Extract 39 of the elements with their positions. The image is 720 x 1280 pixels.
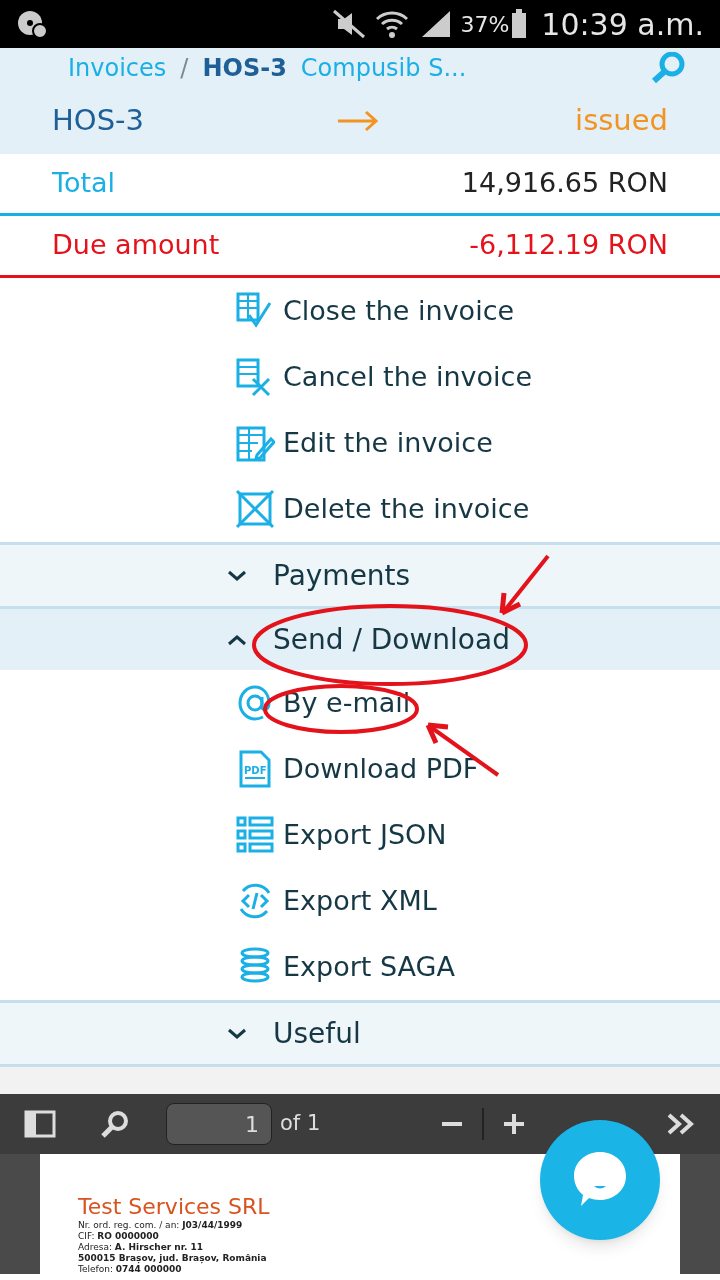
search-icon[interactable] <box>100 1109 130 1139</box>
annotation-arrow <box>499 554 550 616</box>
page-number-field[interactable]: 1 <box>166 1103 272 1145</box>
summary-value: 14,916.65 RON <box>461 166 668 201</box>
clock: 10:39 a.m. <box>541 5 704 44</box>
zoom-in-icon[interactable] <box>502 1112 526 1136</box>
breadcrumb-item: HOS-3 <box>202 53 287 84</box>
wifi-icon <box>374 9 411 39</box>
breadcrumb-separator: / <box>180 53 189 84</box>
summary-label: Total <box>52 166 116 201</box>
company-name: Test Services SRL <box>78 1194 271 1220</box>
status-label: issued <box>575 102 668 140</box>
summary-label: Due amount <box>52 228 220 263</box>
page-count: of 1 <box>280 1110 321 1138</box>
company-detail: Telefon: 0744 000000 <box>78 1264 183 1275</box>
sidebar-toggle-icon[interactable] <box>24 1110 56 1138</box>
menu-item[interactable]: Export XML <box>0 868 720 934</box>
menu-item[interactable]: Delete the invoice <box>0 476 720 542</box>
company-detail: CIF: RO 0000000 <box>78 1231 160 1242</box>
menu-item[interactable]: PDF Download PDF <box>0 736 720 802</box>
battery-percent: 37% <box>460 10 510 39</box>
menu-item[interactable]: Export JSON <box>0 802 720 868</box>
right-arrow-icon <box>338 109 380 133</box>
invoice-number: HOS-3 <box>52 102 145 140</box>
company-detail: 500015 Brașov, jud. Brașov, România <box>78 1253 268 1264</box>
menu-item[interactable]: Cancel the invoice <box>0 344 720 410</box>
section-header[interactable]: Payments <box>0 542 720 606</box>
company-detail: Adresa: A. Hirscher nr. 11 <box>78 1242 204 1253</box>
section-header[interactable]: Send / Download <box>0 606 720 670</box>
summary-value: -6,112.19 RON <box>469 228 668 263</box>
battery-icon <box>511 9 528 39</box>
menu-item[interactable]: Export SAGA <box>0 934 720 1000</box>
list-icon <box>235 815 275 855</box>
crossed-box-icon <box>235 489 275 529</box>
company-detail: Nr. ord. reg. com. / an: J03/44/1999 <box>78 1220 244 1231</box>
menu-item[interactable]: Edit the invoice <box>0 410 720 476</box>
menu-item[interactable]: Close the invoice <box>0 278 720 344</box>
double-chevron-icon[interactable] <box>666 1112 696 1136</box>
section-header[interactable]: Useful <box>0 1000 720 1064</box>
